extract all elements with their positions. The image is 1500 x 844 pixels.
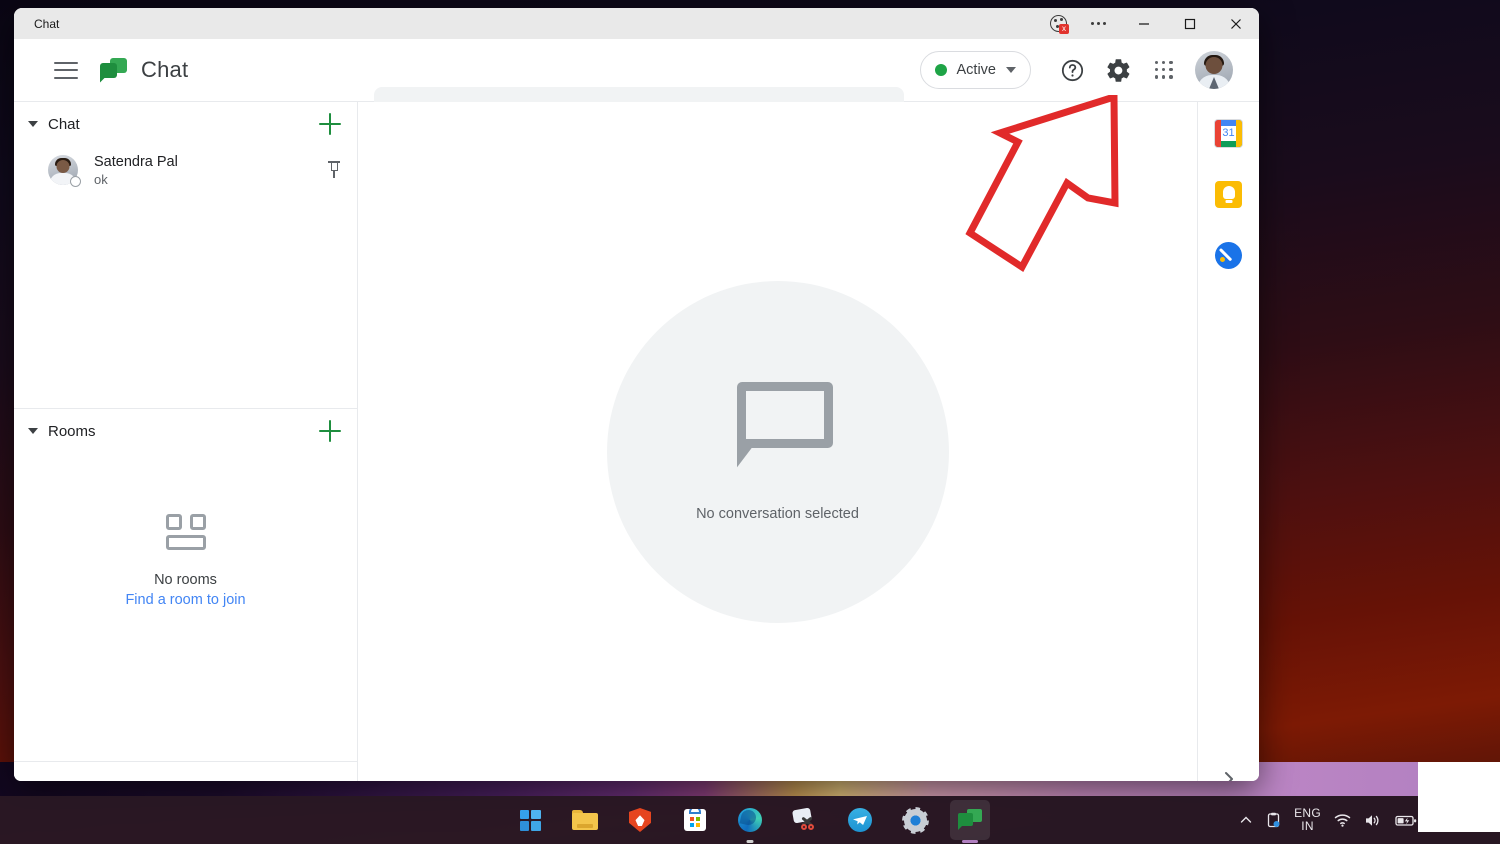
snipping-tool-icon[interactable] xyxy=(785,800,825,840)
chevron-up-icon[interactable] xyxy=(1239,813,1253,827)
language-indicator[interactable]: ENG IN xyxy=(1294,807,1321,833)
window-title: Chat xyxy=(34,16,60,31)
close-button[interactable] xyxy=(1213,8,1259,39)
speaker-icon[interactable] xyxy=(1364,813,1382,828)
chat-app-window: Chat x Chat Search in chat and rooms Act… xyxy=(14,8,1259,781)
windows-start-icon[interactable] xyxy=(510,800,550,840)
sidebar-chat-section: Chat Satendra Pal ok xyxy=(14,102,357,409)
sidebar: Chat Satendra Pal ok Rooms No rooms Find… xyxy=(14,102,358,781)
list-item-meta: Satendra Pal ok xyxy=(94,153,311,188)
chat-section-title: Chat xyxy=(48,115,80,133)
window-controls: x xyxy=(1041,8,1259,39)
wifi-icon[interactable] xyxy=(1334,813,1351,827)
taskbar: ENG IN xyxy=(0,796,1500,844)
avatar xyxy=(48,155,81,187)
microsoft-store-icon[interactable] xyxy=(675,800,715,840)
maximize-button[interactable] xyxy=(1167,8,1213,39)
empty-state-text: No conversation selected xyxy=(696,506,859,522)
rooms-empty-title: No rooms xyxy=(154,572,217,588)
side-panel-rail: 31 xyxy=(1197,102,1259,781)
conversation-snippet: ok xyxy=(94,171,108,187)
rooms-empty-state: No rooms Find a room to join xyxy=(14,514,357,608)
brand-name: Chat xyxy=(141,57,189,82)
status-label: Active xyxy=(956,62,997,78)
status-button[interactable]: Active xyxy=(919,51,1031,89)
sidebar-rooms-section: Rooms No rooms Find a room to join xyxy=(14,409,357,761)
settings-gear-icon[interactable] xyxy=(895,800,935,840)
meet-section-header[interactable]: Meet xyxy=(14,762,357,782)
cookie-badge: x xyxy=(1059,24,1069,34)
gear-icon[interactable] xyxy=(1095,47,1141,93)
chat-bubble-icon xyxy=(723,382,833,468)
battery-charging-icon[interactable] xyxy=(1395,814,1417,827)
microsoft-edge-icon[interactable] xyxy=(730,800,770,843)
pin-icon[interactable] xyxy=(327,161,341,179)
list-item[interactable]: Satendra Pal ok xyxy=(14,146,357,194)
brand: Chat xyxy=(100,57,188,83)
taskbar-items xyxy=(510,800,990,843)
google-tasks-icon[interactable] xyxy=(1215,242,1242,269)
google-chat-icon[interactable] xyxy=(950,800,990,843)
conversation-name: Satendra Pal xyxy=(94,153,178,170)
chevron-down-icon[interactable] xyxy=(28,428,38,434)
status-dot-icon xyxy=(934,64,947,76)
main-content: No conversation selected xyxy=(358,102,1197,781)
calendar-day-number: 31 xyxy=(1221,126,1236,141)
file-explorer-icon[interactable] xyxy=(565,800,605,840)
chevron-right-icon[interactable] xyxy=(1214,764,1244,781)
add-room-icon[interactable] xyxy=(319,420,341,442)
desktop: Chat x Chat Search in chat and rooms Act… xyxy=(0,0,1500,844)
rooms-section-header[interactable]: Rooms xyxy=(14,409,357,453)
clipboard-icon[interactable] xyxy=(1266,812,1281,828)
sidebar-meet-section: Meet xyxy=(14,761,357,781)
google-keep-icon[interactable] xyxy=(1215,181,1242,208)
chat-section-header[interactable]: Chat xyxy=(14,102,357,146)
tray-popup-overlay xyxy=(1418,762,1500,832)
find-a-room-link[interactable]: Find a room to join xyxy=(125,592,245,608)
more-options-icon[interactable] xyxy=(1075,8,1121,39)
cookie-blocked-icon[interactable]: x xyxy=(1041,8,1075,39)
presence-indicator-icon xyxy=(70,176,81,187)
chevron-down-icon xyxy=(1006,67,1016,73)
google-chat-logo xyxy=(100,57,127,83)
minimize-button[interactable] xyxy=(1121,8,1167,39)
add-chat-icon[interactable] xyxy=(319,113,341,135)
app-body: Chat Satendra Pal ok Rooms No rooms Find… xyxy=(14,101,1259,781)
google-apps-grid-icon[interactable] xyxy=(1141,47,1187,93)
google-calendar-icon[interactable]: 31 xyxy=(1215,120,1242,147)
empty-state: No conversation selected xyxy=(606,281,949,623)
help-circle-icon[interactable] xyxy=(1049,47,1095,93)
meet-section-title: Meet xyxy=(44,779,341,782)
app-header: Chat Active xyxy=(14,39,1259,139)
avatar[interactable] xyxy=(1195,51,1233,89)
brave-browser-icon[interactable] xyxy=(620,800,660,840)
hamburger-menu-icon[interactable] xyxy=(54,61,78,79)
chevron-down-icon[interactable] xyxy=(28,121,38,127)
language-secondary: IN xyxy=(1301,819,1314,833)
rooms-empty-icon xyxy=(165,514,207,552)
header-actions: Active xyxy=(919,39,1233,101)
telegram-icon[interactable] xyxy=(840,800,880,840)
window-titlebar: Chat x xyxy=(14,8,1259,39)
rooms-section-title: Rooms xyxy=(48,422,96,440)
